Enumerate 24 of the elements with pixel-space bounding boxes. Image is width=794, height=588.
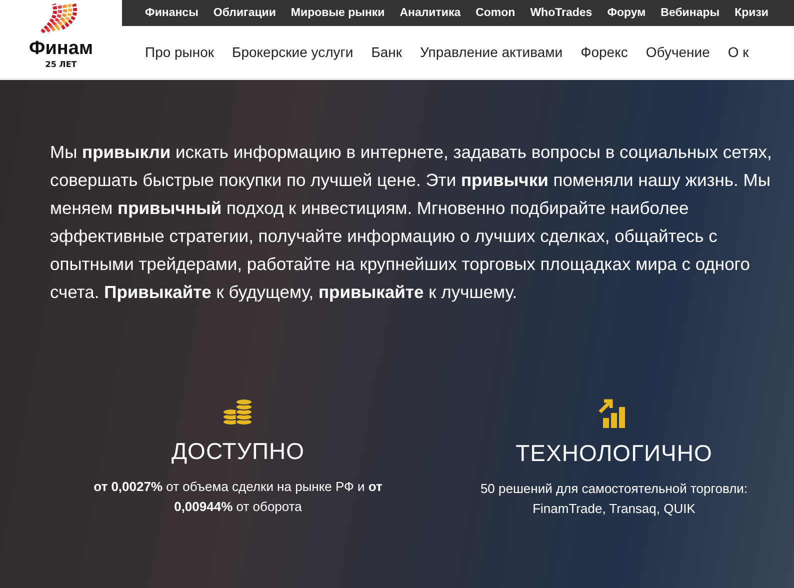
main-nav-link[interactable]: Брокерские услуги — [232, 44, 354, 60]
top-nav-link[interactable]: Мировые рынки — [290, 7, 385, 19]
feature-text: 50 решений для самостоятельной торговли: FinamTrade, Transaq, QUIK — [479, 480, 749, 518]
main-nav-link[interactable]: Форекс — [580, 44, 628, 60]
logo-tagline: 25 ЛЕТ — [45, 60, 77, 69]
top-nav-link[interactable]: Аналитика — [400, 7, 461, 19]
main-nav-link[interactable]: Банк — [371, 44, 402, 60]
top-nav-link[interactable]: Вебинары — [660, 7, 720, 19]
main-nav-link[interactable]: Обучение — [646, 44, 710, 60]
top-nav-link[interactable]: Кризи — [734, 7, 768, 19]
feature-title: ДОСТУПНО — [171, 438, 304, 465]
main-nav-link[interactable]: Про рынок — [145, 44, 214, 60]
top-nav-link[interactable]: Финансы — [145, 7, 198, 19]
main-nav-link[interactable]: Управление активами — [420, 44, 563, 60]
coins-icon — [222, 398, 254, 426]
top-nav-link[interactable]: WhoTrades — [530, 7, 592, 19]
intro-paragraph: Мы привыкли искать информацию в интернете, задавать вопросы в социальных сетях, совершать быстрые покупки по лучшей цене. Эти привычки поменяли нашу жизнь. Мы меняем привычный подход к инвестициям. Мгновенно подбирайте наиболее эффективные стратегии, получайте информацию о лучших сделках, общайтесь с опытными трейдерами, работайте на крупнейших торговых площадках мира с одного счета. Привыкайте к будущему, привыкайте к лучшему. — [50, 141, 773, 304]
main-nav-link[interactable]: О к — [728, 44, 749, 60]
top-nav-link[interactable]: Облигации — [213, 7, 276, 19]
logo-text: Финам — [29, 38, 93, 60]
top-nav-link[interactable]: Comon — [476, 7, 516, 19]
feature-title: ТЕХНОЛОГИЧНО — [516, 440, 712, 467]
feature-text: от 0,0027% от объема сделки на рынке РФ и от 0,00944% от оборота — [92, 478, 384, 516]
top-nav-link[interactable]: Форум — [607, 7, 646, 19]
